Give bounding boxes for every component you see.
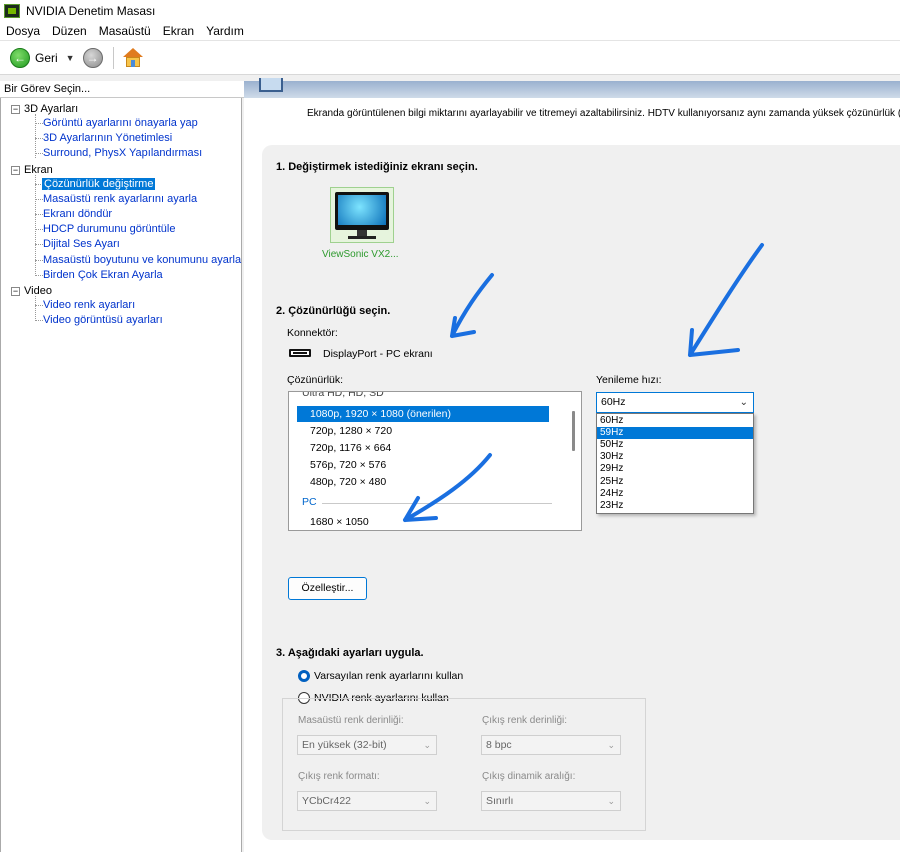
collapse-icon[interactable]: − xyxy=(11,165,20,175)
tree-item-video-color[interactable]: Video renk ayarları xyxy=(43,299,135,311)
resolution-option[interactable]: 720p, 1280 × 720 xyxy=(297,423,549,439)
refresh-option[interactable]: 25Hz xyxy=(597,476,753,488)
connector-label: Konnektör: xyxy=(287,327,338,339)
desktop-depth-select: En yüksek (32-bit) ⌄ xyxy=(297,735,437,755)
toolbar-separator xyxy=(112,46,114,69)
output-range-select: Sınırlı ⌄ xyxy=(481,791,621,811)
resolution-list[interactable]: Ultra HD, HD, SD 1080p, 1920 × 1080 (öne… xyxy=(288,391,582,531)
collapse-icon[interactable]: − xyxy=(11,286,20,296)
resolution-option[interactable]: 1680 × 1050 xyxy=(297,514,549,530)
tree-item-manage-3d[interactable]: 3D Ayarlarının Yönetimlesi xyxy=(43,132,172,144)
monitor-tile[interactable] xyxy=(330,187,394,243)
output-format-value: YCbCr422 xyxy=(302,795,352,807)
toolbar: ← Geri ▼ → xyxy=(0,41,900,75)
resolution-option[interactable]: 480p, 720 × 480 xyxy=(297,474,549,490)
tree-category-label: Video xyxy=(24,285,52,297)
customize-button[interactable]: Özelleştir... xyxy=(288,577,367,600)
title-bar: NVIDIA Denetim Masası xyxy=(0,0,900,22)
connector-value: DisplayPort - PC ekranı xyxy=(323,348,433,360)
output-depth-select: 8 bpc ⌄ xyxy=(481,735,621,755)
resolution-option[interactable]: 1080p, 1920 × 1080 (önerilen) xyxy=(297,406,549,422)
resolution-option[interactable]: 720p, 1176 × 664 xyxy=(297,440,549,456)
tree-category-label: 3D Ayarları xyxy=(24,103,79,115)
monitor-label[interactable]: ViewSonic VX2... xyxy=(322,249,399,260)
task-panel-header: Bir Görev Seçin... xyxy=(0,81,244,98)
tree-item-video-image[interactable]: Video görüntüsü ayarları xyxy=(43,314,163,326)
displayport-icon xyxy=(289,349,311,357)
refresh-option[interactable]: 24Hz xyxy=(597,488,753,500)
page-banner xyxy=(244,78,900,98)
monitor-icon xyxy=(335,192,389,230)
back-arrow-icon: ← xyxy=(10,47,30,68)
resolution-scrollbar-thumb[interactable] xyxy=(572,411,575,451)
page-description: Ekranda görüntülenen bilgi miktarını aya… xyxy=(307,108,900,119)
refresh-option[interactable]: 50Hz xyxy=(597,439,753,451)
section-apply-settings: 3. Aşağıdaki ayarları uygula. xyxy=(276,647,424,659)
radio-default-color[interactable] xyxy=(298,670,310,682)
refresh-option[interactable]: 30Hz xyxy=(597,451,753,463)
output-format-select: YCbCr422 ⌄ xyxy=(297,791,437,811)
refresh-option[interactable]: 23Hz xyxy=(597,500,753,512)
chevron-down-icon: ⌄ xyxy=(607,796,615,806)
section-select-display: 1. Değiştirmek istediğiniz ekranı seçin. xyxy=(276,161,478,173)
tree-category-3d[interactable]: − 3D Ayarları xyxy=(11,103,78,115)
resolution-option[interactable]: 576p, 720 × 576 xyxy=(297,457,549,473)
task-tree: − 3D Ayarları Görüntü ayarlarını önayarl… xyxy=(0,98,242,852)
tree-item-multiple-displays[interactable]: Birden Çok Ekran Ayarla xyxy=(43,269,163,281)
content-area: Ekranda görüntülenen bilgi miktarını aya… xyxy=(244,78,900,852)
tree-item-surround-physx[interactable]: Surround, PhysX Yapılandırması xyxy=(43,147,202,159)
back-dropdown-icon[interactable]: ▼ xyxy=(66,53,75,63)
output-depth-label: Çıkış renk derinliği: xyxy=(482,715,568,726)
radio-default-color-label[interactable]: Varsayılan renk ayarlarını kullan xyxy=(314,670,463,682)
chevron-down-icon: ⌄ xyxy=(423,740,431,750)
menu-display[interactable]: Ekran xyxy=(163,24,194,38)
desktop-depth-label: Masaüstü renk derinliği: xyxy=(298,715,404,726)
tree-category-video[interactable]: − Video xyxy=(11,285,52,297)
menu-bar: Dosya Düzen Masaüstü Ekran Yardım xyxy=(0,22,900,41)
menu-desktop[interactable]: Masaüstü xyxy=(99,24,151,38)
refresh-rate-value: 60Hz xyxy=(601,396,626,408)
nvidia-app-icon xyxy=(4,4,20,18)
tree-item-rotate-display[interactable]: Ekranı döndür xyxy=(43,208,112,220)
refresh-option[interactable]: 59Hz xyxy=(597,427,753,439)
chevron-down-icon: ⌄ xyxy=(423,796,431,806)
refresh-rate-dropdown[interactable]: 60Hz 59Hz 50Hz 30Hz 29Hz 25Hz 24Hz 23Hz xyxy=(596,413,754,514)
desktop-depth-value: En yüksek (32-bit) xyxy=(302,739,387,751)
refresh-rate-label: Yenileme hızı: xyxy=(596,374,662,386)
tree-item-change-resolution[interactable]: Çözünürlük değiştirme xyxy=(42,178,156,190)
tree-item-hdcp-status[interactable]: HDCP durumunu görüntüle xyxy=(43,223,175,235)
back-label: Geri xyxy=(35,50,58,65)
tree-item-desktop-size-position[interactable]: Masaüstü boyutunu ve konumunu ayarla xyxy=(43,254,241,266)
output-range-label: Çıkış dinamik aralığı: xyxy=(482,771,576,782)
display-banner-icon xyxy=(259,78,283,92)
menu-file[interactable]: Dosya xyxy=(6,24,40,38)
window-title: NVIDIA Denetim Masası xyxy=(26,4,156,18)
resolution-label: Çözünürlük: xyxy=(287,374,344,386)
tree-category-display[interactable]: − Ekran xyxy=(11,164,53,176)
resolution-category-hd: Ultra HD, HD, SD xyxy=(302,391,384,399)
output-format-label: Çıkış renk formatı: xyxy=(298,771,380,782)
output-depth-value: 8 bpc xyxy=(486,739,512,751)
forward-arrow-icon[interactable]: → xyxy=(82,47,103,68)
home-icon[interactable] xyxy=(122,47,144,69)
tree-item-preset-image[interactable]: Görüntü ayarlarını önayarla yap xyxy=(43,117,198,129)
refresh-option[interactable]: 29Hz xyxy=(597,463,753,475)
chevron-down-icon: ⌄ xyxy=(607,740,615,750)
menu-help[interactable]: Yardım xyxy=(206,24,244,38)
tree-item-desktop-color[interactable]: Masaüstü renk ayarlarını ayarla xyxy=(43,193,197,205)
refresh-rate-select[interactable]: 60Hz ⌄ xyxy=(596,392,754,413)
resolution-category-pc: PC xyxy=(302,496,317,508)
output-range-value: Sınırlı xyxy=(486,795,514,807)
section-select-resolution: 2. Çözünürlüğü seçin. xyxy=(276,305,391,317)
collapse-icon[interactable]: − xyxy=(11,104,20,114)
back-button[interactable]: ← Geri xyxy=(10,47,58,68)
refresh-option[interactable]: 60Hz xyxy=(597,415,753,427)
menu-edit[interactable]: Düzen xyxy=(52,24,87,38)
chevron-down-icon: ⌄ xyxy=(739,397,748,408)
tree-category-label: Ekran xyxy=(24,164,53,176)
tree-item-digital-audio[interactable]: Dijital Ses Ayarı xyxy=(43,238,120,250)
